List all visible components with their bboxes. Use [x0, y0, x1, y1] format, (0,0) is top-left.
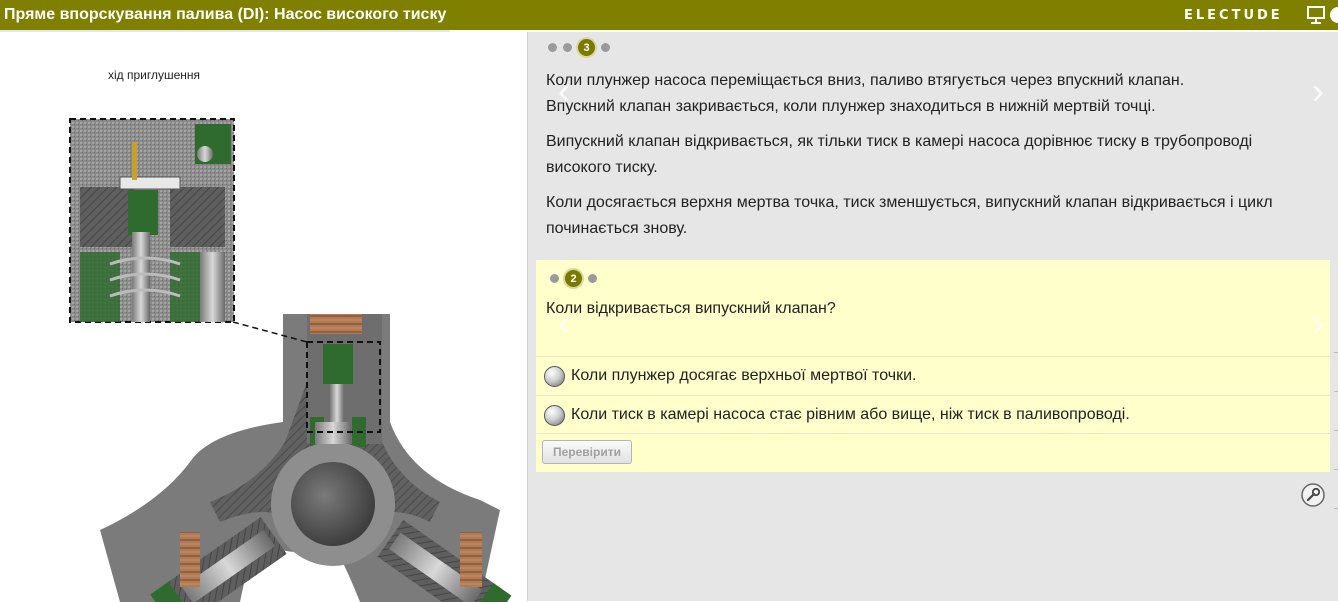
step-dot[interactable]: [550, 274, 559, 283]
info-paragraph: Коли досягається верхня мертва точка, ти…: [546, 194, 1273, 237]
header-bar: Пряме впорскування палива (DI): Насос ви…: [0, 0, 1338, 30]
info-paragraph: Випускний клапан відкривається, як тільк…: [546, 133, 1253, 176]
answer-option[interactable]: Коли плунжер досягає верхньої мертвої то…: [536, 356, 1330, 395]
pump-illustration: [69, 118, 512, 602]
info-paragraph: Коли плунжер насоса переміщається вниз, …: [546, 72, 1185, 115]
step-dot[interactable]: [601, 43, 610, 52]
step-dot-active[interactable]: 2: [565, 270, 582, 287]
content-panel: 3 ‹ › Коли плунжер насоса переміщається …: [528, 32, 1338, 601]
quiz-box: 2 ‹ › Коли відкривається випускний клапа…: [536, 260, 1330, 472]
presentation-icon[interactable]: [1306, 5, 1326, 25]
check-button[interactable]: Перевірити: [542, 440, 632, 464]
scroll-edge: [1334, 352, 1338, 547]
info-step-indicator: 3: [548, 39, 610, 56]
answer-label[interactable]: Коли тиск в камері насоса стає рівним аб…: [571, 406, 1130, 424]
step-dot-active[interactable]: 3: [578, 39, 595, 56]
illustration-caption: хід приглушення: [107, 68, 201, 82]
radio-button[interactable]: [544, 365, 565, 387]
answer-label[interactable]: Коли плунжер досягає верхньої мертвої то…: [571, 367, 916, 385]
brand-logo: ELECTUDE: [1184, 8, 1283, 23]
quiz-step-indicator: 2: [550, 270, 597, 287]
answer-option[interactable]: Коли тиск в камері насоса стає рівним аб…: [536, 395, 1330, 434]
info-text: Коли плунжер насоса переміщається вниз, …: [546, 68, 1336, 251]
quiz-question: Коли відкривається випускний клапан?: [546, 300, 836, 317]
half-circle-icon[interactable]: [1329, 6, 1338, 24]
quiz-next-arrow-icon[interactable]: ›: [1312, 302, 1324, 344]
step-dot[interactable]: [588, 274, 597, 283]
radio-button[interactable]: [544, 404, 565, 426]
step-dot[interactable]: [563, 43, 572, 52]
wrench-icon[interactable]: [1301, 483, 1325, 507]
step-dot[interactable]: [548, 43, 557, 52]
answer-separator: [536, 433, 1330, 434]
page-title: Пряме впорскування палива (DI): Насос ви…: [4, 6, 447, 23]
illustration-panel: хід приглушення: [0, 32, 527, 602]
